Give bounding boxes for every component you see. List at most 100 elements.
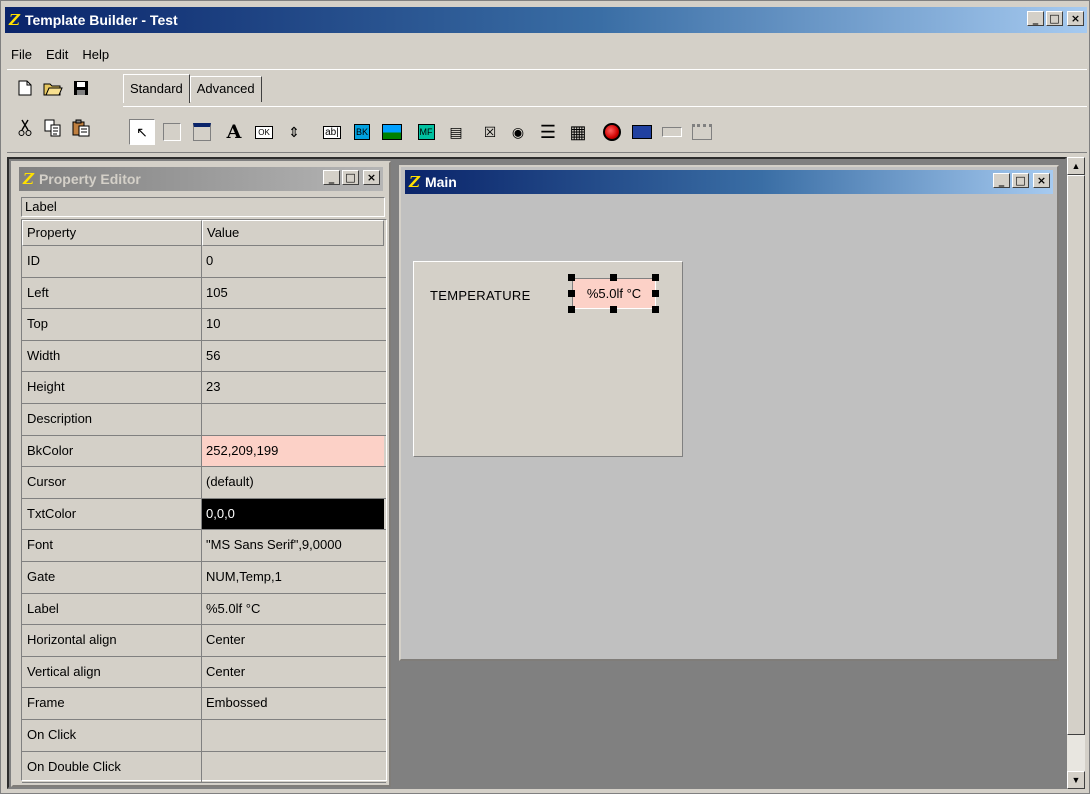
label-tool-icon[interactable]: A [221, 119, 247, 145]
property-name: Description [22, 403, 202, 435]
property-value[interactable]: Embossed [202, 688, 384, 719]
property-row[interactable]: TxtColor 0,0,0 [22, 498, 386, 531]
edit-field-tool-icon[interactable]: ab| [319, 119, 345, 145]
property-row[interactable]: On Double Click [22, 751, 386, 784]
scroll-thumb[interactable] [1067, 175, 1085, 735]
main-form-titlebar[interactable]: Z Main _ □ × [405, 170, 1053, 194]
header-property[interactable]: Property [22, 220, 202, 246]
resize-handle-se[interactable] [652, 306, 659, 313]
save-disk-icon[interactable] [71, 78, 91, 98]
gauge-tool-icon[interactable]: ▤ [443, 119, 469, 145]
vertical-scrollbar[interactable]: ▲ ▼ [1067, 157, 1085, 789]
property-row[interactable]: Width 56 [22, 340, 386, 373]
property-editor-titlebar[interactable]: Z Property Editor _ □ × [19, 167, 383, 191]
property-value[interactable]: NUM,Temp,1 [202, 562, 384, 593]
property-row[interactable]: Cursor (default) [22, 467, 386, 499]
property-value[interactable]: %5.0lf °C [202, 594, 384, 625]
tab-standard[interactable]: Standard [123, 74, 190, 103]
temperature-value-label[interactable]: %5.0lf °C [572, 278, 656, 309]
image-button-tool-icon[interactable] [629, 119, 655, 145]
open-folder-icon[interactable] [43, 78, 63, 98]
property-value[interactable]: Center [202, 657, 384, 688]
combo-tool-icon[interactable]: ▦ [565, 119, 591, 145]
property-row[interactable]: Frame Embossed [22, 688, 386, 720]
form-panel[interactable]: TEMPERATURE %5.0lf °C [413, 261, 683, 457]
menu-file[interactable]: File [11, 47, 32, 62]
property-value[interactable] [202, 720, 384, 751]
paste-icon[interactable] [71, 118, 91, 138]
property-value[interactable]: 105 [202, 278, 384, 309]
resize-handle-sw[interactable] [568, 306, 575, 313]
property-name: Left [22, 277, 202, 309]
property-row[interactable]: Description [22, 403, 386, 436]
maximize-button[interactable]: □ [342, 170, 359, 185]
cut-scissors-icon[interactable] [15, 118, 35, 138]
resize-handle-s[interactable] [610, 306, 617, 313]
property-row[interactable]: Label %5.0lf °C [22, 593, 386, 626]
menu-edit[interactable]: Edit [46, 47, 68, 62]
resize-handle-ne[interactable] [652, 274, 659, 281]
list-tool-icon[interactable]: ☰ [535, 119, 561, 145]
property-value[interactable] [202, 752, 384, 783]
resize-handle-nw[interactable] [568, 274, 575, 281]
app-titlebar[interactable]: Z Template Builder - Test _ □ × [5, 7, 1087, 33]
property-value[interactable] [202, 404, 384, 435]
property-value[interactable]: "MS Sans Serif",9,0000 [202, 530, 384, 561]
maximize-button[interactable]: □ [1012, 173, 1029, 188]
property-row[interactable]: BkColor 252,209,199 [22, 435, 386, 468]
minimize-button[interactable]: _ [993, 173, 1010, 188]
tab-advanced[interactable]: Advanced [189, 76, 262, 102]
checkbox-tool-icon[interactable]: ☒ [477, 119, 503, 145]
property-row[interactable]: Vertical align Center [22, 656, 386, 689]
property-grid: Property Value ID 0 Left 105 Top 10 Width 56 Hei… [21, 219, 387, 784]
close-button[interactable]: × [1067, 11, 1084, 26]
resize-handle-e[interactable] [652, 290, 659, 297]
property-value[interactable]: 56 [202, 341, 384, 372]
tabpage-tool-icon[interactable] [689, 119, 715, 145]
close-button[interactable]: × [363, 170, 380, 185]
scroll-down-icon[interactable]: ▼ [1067, 771, 1085, 789]
property-row[interactable]: Left 105 [22, 277, 386, 310]
property-editor-logo-icon: Z [23, 170, 34, 188]
led-tool-icon[interactable] [599, 119, 625, 145]
minimize-button[interactable]: _ [323, 170, 340, 185]
property-value[interactable]: Center [202, 625, 384, 656]
property-row[interactable]: Height 23 [22, 372, 386, 404]
button-tool-icon[interactable]: OK [251, 119, 277, 145]
bitmap-tool-icon[interactable]: BK [349, 119, 375, 145]
property-value[interactable]: 10 [202, 309, 384, 340]
menu-help[interactable]: Help [82, 47, 109, 62]
resize-handle-w[interactable] [568, 290, 575, 297]
new-document-icon[interactable] [15, 78, 35, 98]
property-value[interactable]: 252,209,199 [202, 435, 384, 467]
property-value[interactable]: 0,0,0 [202, 498, 384, 530]
radio-tool-icon[interactable]: ◉ [505, 119, 531, 145]
property-row[interactable]: Gate NUM,Temp,1 [22, 561, 386, 594]
picture-tool-icon[interactable] [379, 119, 405, 145]
scroll-up-icon[interactable]: ▲ [1067, 157, 1085, 175]
spinner-tool-icon[interactable]: ⇕ [281, 119, 307, 145]
temperature-label[interactable]: TEMPERATURE [430, 288, 531, 303]
property-row[interactable]: Horizontal align Center [22, 625, 386, 657]
property-value[interactable]: 23 [202, 372, 384, 403]
separator-tool-icon[interactable] [659, 119, 685, 145]
resize-handle-n[interactable] [610, 274, 617, 281]
property-row[interactable]: Top 10 [22, 309, 386, 341]
pointer-tool-icon[interactable]: ↖ [129, 119, 155, 145]
copy-icon[interactable] [43, 118, 63, 138]
maximize-button[interactable]: □ [1046, 11, 1063, 26]
minimize-button[interactable]: _ [1027, 11, 1044, 26]
property-row[interactable]: On Click [22, 719, 386, 752]
property-row[interactable]: ID 0 [22, 246, 386, 278]
property-value[interactable]: 0 [202, 246, 384, 277]
header-value[interactable]: Value [202, 220, 384, 246]
close-button[interactable]: × [1033, 173, 1050, 188]
property-name: On Click [22, 719, 202, 751]
metafile-tool-icon[interactable]: MF [413, 119, 439, 145]
frame-tool-icon[interactable] [189, 119, 215, 145]
property-value[interactable]: (default) [202, 467, 384, 498]
property-name: Vertical align [22, 656, 202, 688]
property-row[interactable]: Font "MS Sans Serif",9,0000 [22, 530, 386, 562]
panel-tool-icon[interactable] [159, 119, 185, 145]
property-name: Top [22, 309, 202, 340]
